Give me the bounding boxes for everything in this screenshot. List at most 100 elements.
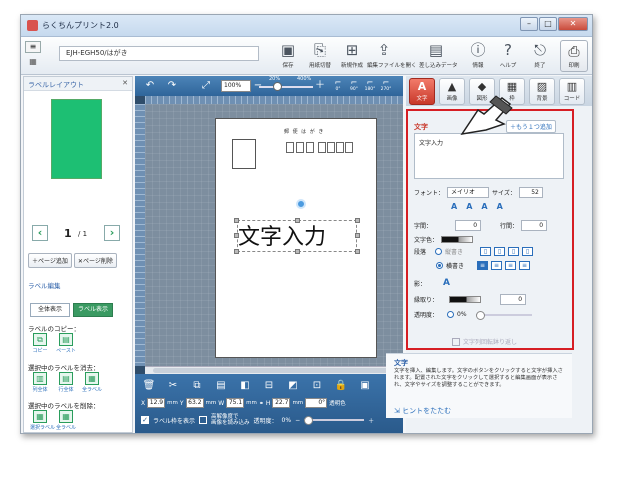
v-align-2-icon[interactable]: ▯ [494,247,506,256]
v-align-1-icon[interactable]: ▯ [480,247,492,256]
text-opacity-slider[interactable] [475,310,532,320]
show-label-button[interactable]: ラベル表示 [73,303,113,317]
maximize-button[interactable]: □ [539,17,557,31]
text-opacity-radio[interactable] [447,311,455,318]
horizontal-scrollbar[interactable] [145,366,403,374]
trash-icon[interactable]: 🗑 [141,379,157,393]
char-spacing-field[interactable]: 0 [455,220,482,231]
h-field[interactable]: 22.7 [272,398,291,408]
size-field[interactable]: 52 [518,187,543,198]
paste-icon[interactable]: ▤ [213,379,229,393]
lock-icon[interactable]: 🔒 [333,379,349,393]
rotate-270-button[interactable]: ⌐ 270° [379,78,393,94]
font-select[interactable]: メイリオ [447,187,490,198]
zoom-knob[interactable] [273,82,282,91]
opacity-slider[interactable] [304,416,365,425]
line-spacing-field[interactable]: 0 [521,220,548,231]
vertical-radio[interactable] [435,248,443,255]
zoom-slider[interactable] [259,86,313,88]
menu-icon[interactable]: ≡ [25,41,41,53]
italic-icon[interactable]: A [466,202,472,211]
resize-handle[interactable] [355,249,360,254]
show-frame-checkbox[interactable]: ✓ [141,416,149,424]
v-align-4-icon[interactable]: ▯ [522,247,534,256]
delete-page-button[interactable]: ✕ページ削除 [73,253,117,268]
next-page-button[interactable]: › [104,225,120,241]
print-button[interactable]: ⎙ 印刷 [560,40,588,72]
x-field[interactable]: 12.9 [147,398,166,408]
y-field[interactable]: 63.2 [185,398,204,408]
resize-handle[interactable] [355,233,360,238]
w-field[interactable]: 75.1 [226,398,245,408]
prev-page-button[interactable]: ‹ [32,225,48,241]
outline-icon[interactable]: A [497,202,503,211]
delete-selected-button[interactable]: ▦ 選択ラベル [30,410,55,431]
copy-button[interactable]: ⧉ コピー [30,333,50,354]
resize-handle[interactable] [234,249,239,254]
bold-icon[interactable]: A [451,202,457,211]
scroll-thumb[interactable] [153,368,393,373]
align-left-icon[interactable]: ≡ [477,261,489,270]
align-right-icon[interactable]: ≡ [505,261,517,270]
text-object[interactable]: 文字入力 [238,219,358,251]
rotate-checkbox[interactable] [452,337,460,346]
shadow-icon[interactable]: A [443,278,450,288]
horizontal-radio[interactable] [436,262,443,269]
opacity-minus-icon[interactable]: − [295,417,300,424]
zoom-select[interactable]: 100% [221,80,251,92]
resize-handle[interactable] [355,218,360,223]
grid-icon[interactable]: ▦ [25,57,41,69]
align-center-icon[interactable]: ≡ [491,261,503,270]
toolbar-item-merge-data[interactable]: ▤ 差し込みデータ [419,39,458,73]
copy-icon[interactable]: ⧉ [189,379,205,393]
resize-handle[interactable] [295,218,300,223]
align-icon[interactable]: ⊟ [261,379,277,393]
rotate-180-button[interactable]: ⌐ 180° [363,78,377,94]
resize-handle[interactable] [234,233,239,238]
undo-icon[interactable]: ↶ [143,79,157,92]
link-icon[interactable]: ⚭ [259,400,264,407]
fit-object-icon[interactable]: ⊡ [309,379,325,393]
resize-handle[interactable] [234,218,239,223]
clear-all-button[interactable]: ▦ 全ラベル [82,372,102,393]
label-thumbnail[interactable] [51,99,102,179]
add-page-button[interactable]: ＋ページ追加 [28,253,72,268]
postcard[interactable]: 郵 便 は が き 文字入力 [215,118,377,358]
outline-color-picker[interactable] [449,296,482,303]
outline-field[interactable]: 0 [500,294,527,305]
close-button[interactable]: ✕ [558,17,588,31]
rotate-90-button[interactable]: ⌐ 90° [347,78,361,94]
cut-icon[interactable]: ✂ [165,379,181,393]
layer-icon[interactable]: ◧ [237,379,253,393]
hires-checkbox[interactable] [199,416,208,424]
fit-icon[interactable]: ⤢ [199,79,213,92]
opacity-plus-icon[interactable]: ＋ [368,416,374,425]
rotate-handle[interactable] [296,199,306,209]
zoom-in-icon[interactable]: ＋ [313,79,327,92]
toolbar-item-paper-switch[interactable]: ⎘ 用紙切替 [303,39,337,73]
close-panel-icon[interactable]: ✕ [122,79,128,87]
properties-icon[interactable]: ▣ [357,379,373,393]
toolbar-item-info[interactable]: ⓘ 情報 [461,39,495,73]
toolbar-item-open-file[interactable]: ⇪ 編集ファイルを開く [367,39,417,73]
clear-row-button[interactable]: ▤ 行全体 [56,372,76,393]
transparent-color-label[interactable]: 透明色 [329,399,346,407]
redo-icon[interactable]: ↷ [165,79,179,92]
toolbar-item-new-doc[interactable]: ⊞ 新規作成 [335,39,369,73]
underline-icon[interactable]: A [481,202,487,211]
delete-all-button[interactable]: ▦ 全ラベル [56,410,76,431]
resize-handle[interactable] [295,249,300,254]
clear-column-button[interactable]: ▥ 列全体 [30,372,50,393]
v-align-3-icon[interactable]: ▯ [508,247,520,256]
toolbar-item-exit[interactable]: ⎋ 終了 [523,39,557,73]
toolbar-item-help[interactable]: ? ヘルプ [491,39,525,73]
text-color-picker[interactable] [441,236,474,243]
toolbar-item-save[interactable]: ▣ 保存 [271,39,305,73]
angle-field[interactable]: 0° [305,398,328,408]
align-justify-icon[interactable]: ≡ [519,261,531,270]
minimize-button[interactable]: – [520,17,538,31]
flip-icon[interactable]: ◩ [285,379,301,393]
collapse-hint-link[interactable]: ⇲ ヒントをたたむ [394,406,451,416]
show-all-button[interactable]: 全体表示 [30,303,70,317]
paste-button[interactable]: ▤ ペースト [56,333,76,354]
